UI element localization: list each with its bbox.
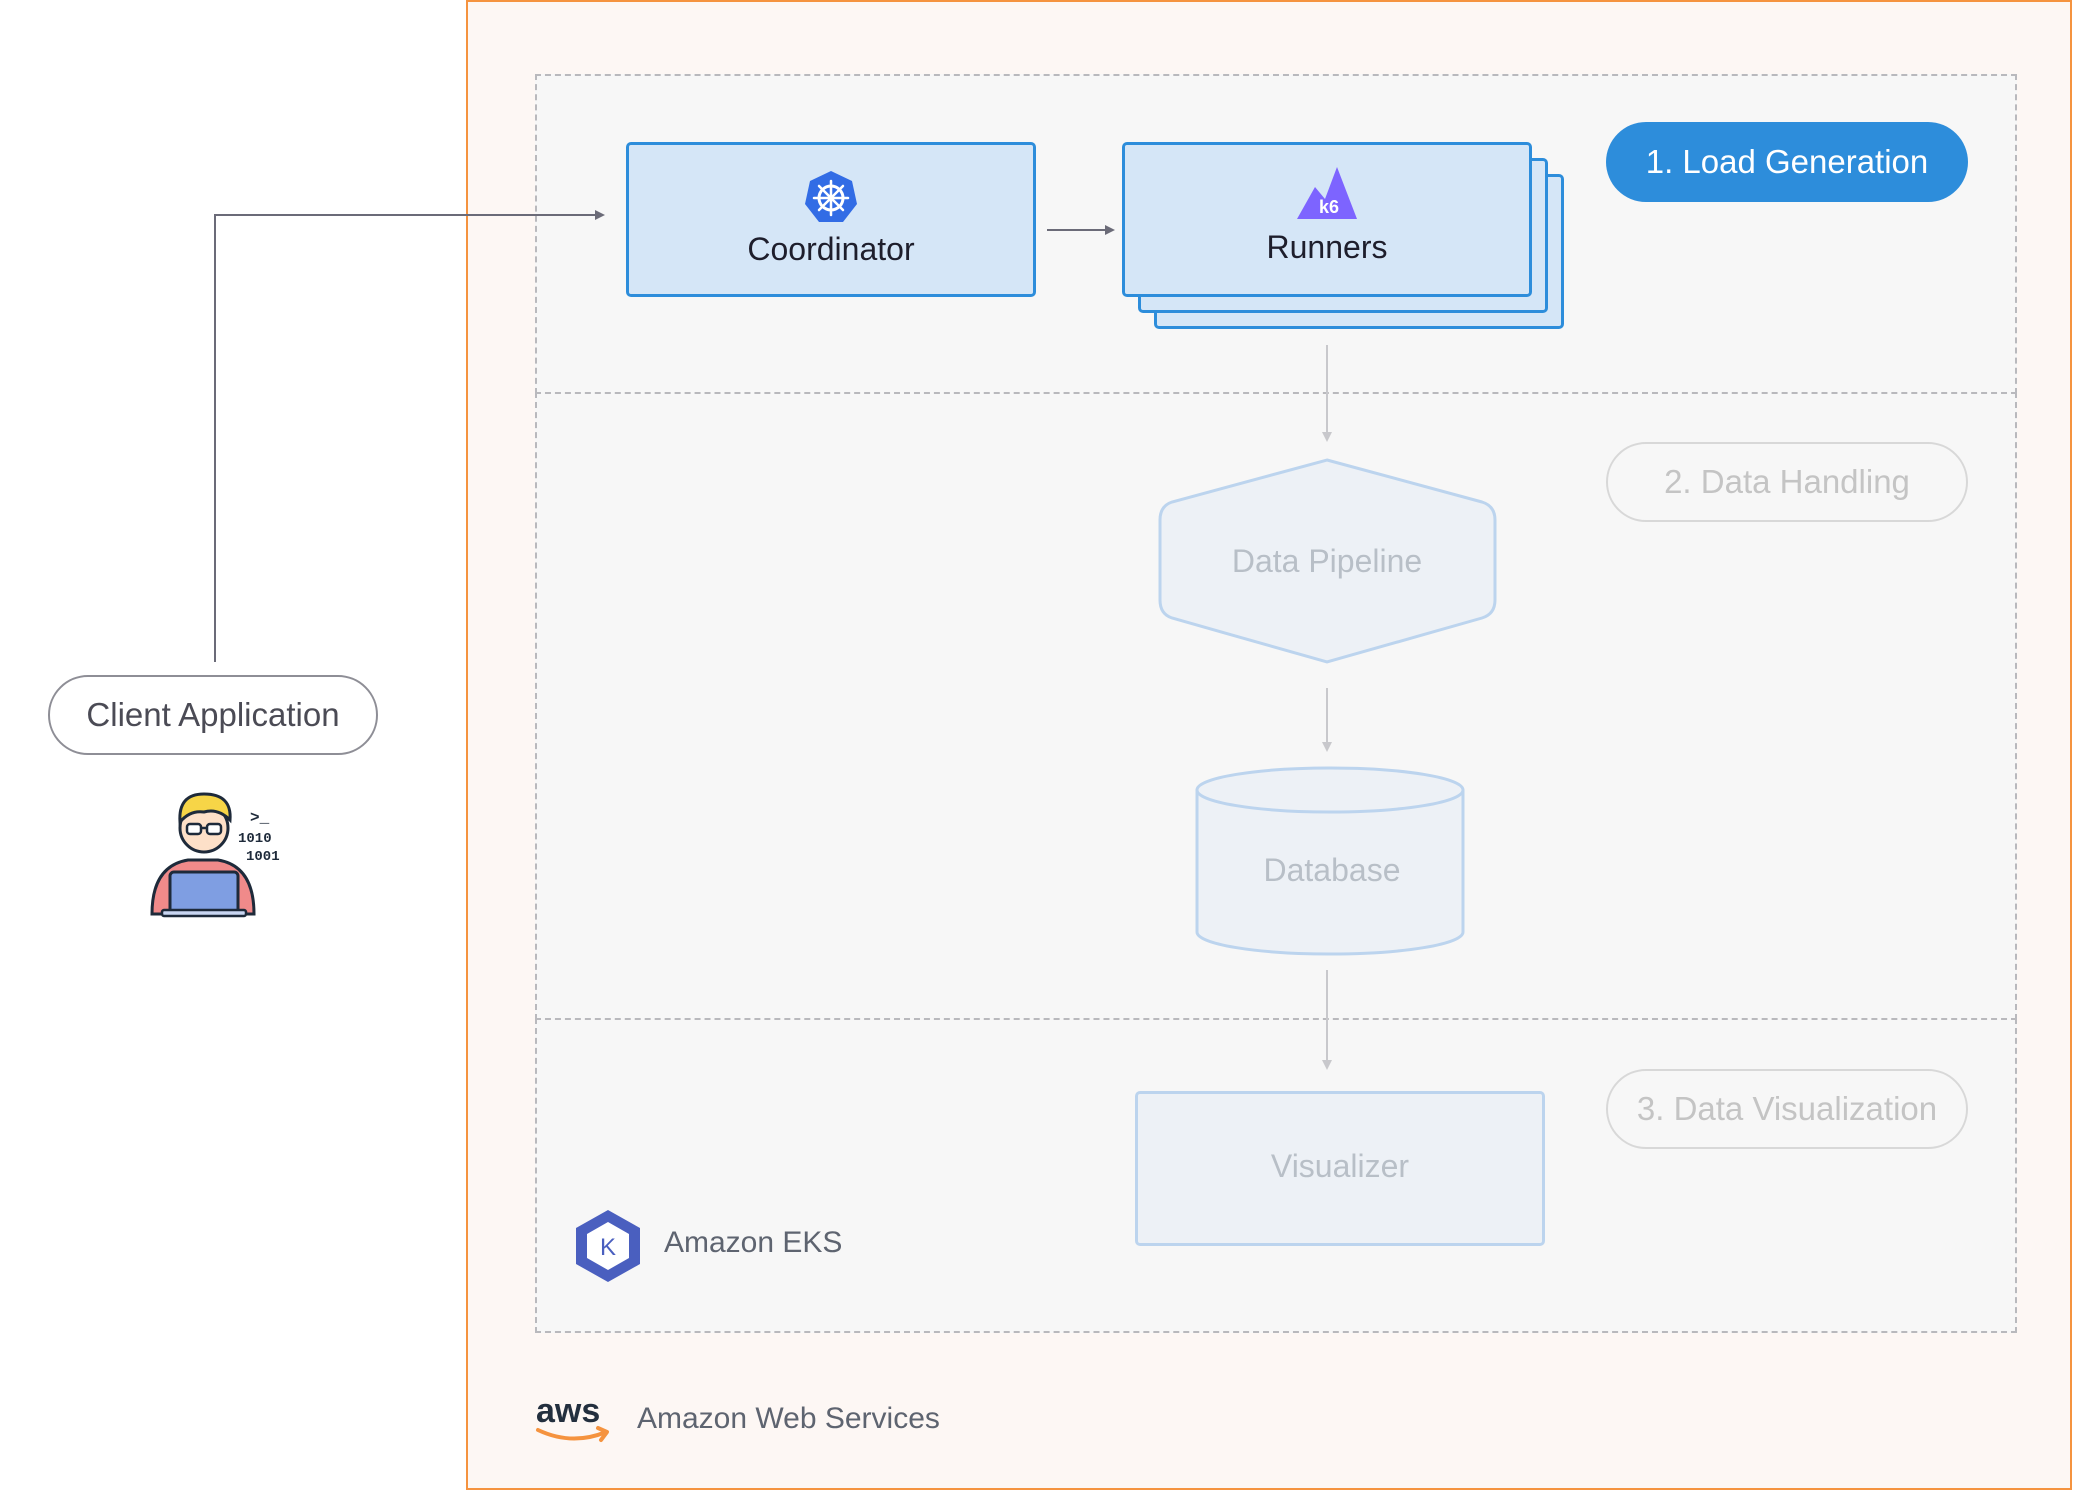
svg-text:aws: aws: [536, 1392, 600, 1430]
kubernetes-icon: [802, 169, 860, 232]
client-application-node: Client Application: [48, 675, 378, 755]
stage-data-handling-badge: 2. Data Handling: [1606, 442, 1968, 522]
svg-text:1001: 1001: [246, 849, 280, 865]
amazon-eks-icon: K: [574, 1208, 642, 1289]
stage-data-visualization-badge: 3. Data Visualization: [1606, 1069, 1968, 1149]
amazon-eks-label: Amazon EKS: [664, 1226, 843, 1259]
runners-node: k6 Runners: [1122, 142, 1532, 297]
svg-text:1010: 1010: [238, 831, 272, 847]
svg-text:>_: >_: [250, 809, 270, 827]
visualizer-label: Visualizer: [1270, 1148, 1410, 1184]
data-pipeline-label: Data Pipeline: [1232, 543, 1422, 579]
developer-laptop-icon: >_ 1010 1001: [146, 780, 286, 925]
runners-label: Runners: [1266, 229, 1388, 265]
database-label: Database: [1264, 852, 1401, 888]
visualizer-node: Visualizer: [1135, 1091, 1545, 1246]
client-to-coordinator-arrow: [214, 210, 605, 662]
svg-text:K: K: [600, 1234, 616, 1261]
coordinator-node: Coordinator: [626, 142, 1036, 297]
stage-load-generation-badge: 1. Load Generation: [1606, 122, 1968, 202]
coordinator-label: Coordinator: [747, 231, 915, 267]
aws-logo: aws: [534, 1392, 614, 1453]
k6-icon: k6: [1295, 163, 1359, 226]
amazon-web-services-label: Amazon Web Services: [637, 1402, 940, 1435]
svg-text:k6: k6: [1319, 197, 1339, 217]
architecture-diagram: Data Pipeline Database 1. Load Generatio…: [0, 0, 2074, 1492]
